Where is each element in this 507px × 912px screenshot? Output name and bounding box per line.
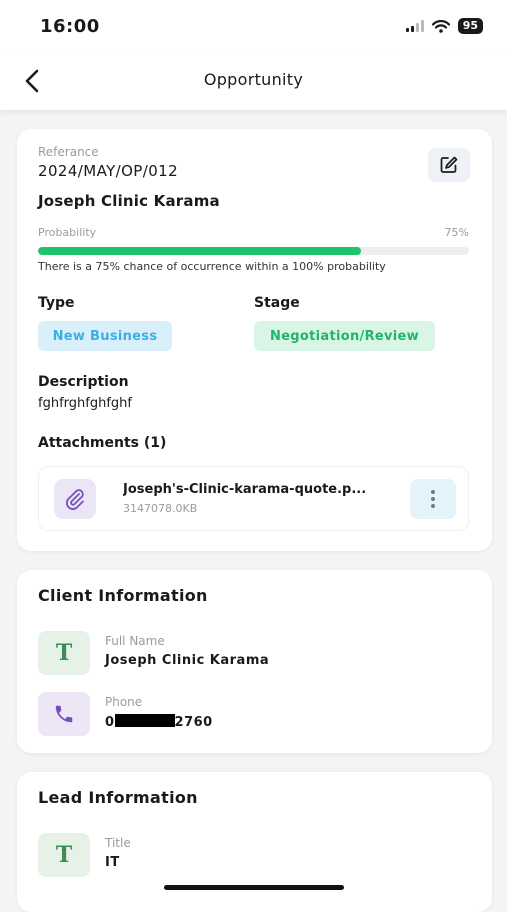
battery-indicator: 95 bbox=[457, 18, 483, 34]
phone-label: Phone bbox=[105, 695, 143, 709]
stage-label: Stage bbox=[254, 295, 300, 311]
text-type-icon: T bbox=[38, 833, 90, 877]
attachment-size: 3147078.0KB bbox=[123, 502, 198, 515]
status-indicators: 95 bbox=[405, 18, 483, 34]
lead-info-card: Lead Information T Title IT bbox=[17, 772, 492, 912]
description-value: fghfrghfghfghf bbox=[38, 396, 132, 411]
full-name-label: Full Name bbox=[105, 634, 165, 648]
full-name-value: Joseph Clinic Karama bbox=[105, 653, 270, 668]
attachments-label: Attachments (1) bbox=[38, 435, 167, 451]
phone-prefix: 0 bbox=[105, 715, 115, 730]
redacted-block bbox=[114, 714, 175, 727]
home-indicator[interactable] bbox=[164, 885, 344, 890]
attachment-item[interactable]: Joseph's-Clinic-karama-quote.p... 314707… bbox=[38, 466, 469, 531]
probability-progress-bar bbox=[38, 247, 469, 255]
text-type-icon: T bbox=[38, 631, 90, 675]
edit-icon bbox=[440, 156, 458, 173]
company-name: Joseph Clinic Karama bbox=[38, 192, 220, 210]
page-title: Opportunity bbox=[203, 70, 304, 89]
attachment-name: Joseph's-Clinic-karama-quote.p... bbox=[123, 482, 367, 497]
reference-label: Referance bbox=[38, 145, 99, 159]
reference-value: 2024/MAY/OP/012 bbox=[38, 162, 179, 180]
status-bar: 16:00 95 bbox=[0, 0, 507, 54]
wifi-icon bbox=[431, 19, 450, 33]
phone-icon bbox=[38, 692, 90, 736]
paperclip-icon bbox=[54, 479, 96, 519]
client-info-heading: Client Information bbox=[38, 586, 208, 605]
probability-value: 75% bbox=[444, 226, 469, 239]
lead-title-label: Title bbox=[105, 836, 131, 850]
phone-value: 0 2760 bbox=[105, 714, 213, 730]
lead-info-heading: Lead Information bbox=[38, 788, 198, 807]
probability-note: There is a 75% chance of occurrence with… bbox=[38, 260, 386, 273]
stage-badge: Negotiation/Review bbox=[254, 321, 435, 351]
description-label: Description bbox=[38, 374, 129, 390]
type-badge: New Business bbox=[38, 321, 172, 351]
more-vertical-icon bbox=[431, 490, 435, 508]
probability-label: Probability bbox=[38, 226, 97, 239]
phone-suffix: 2760 bbox=[174, 715, 213, 730]
status-time: 16:00 bbox=[40, 16, 100, 37]
edit-button[interactable] bbox=[428, 148, 470, 182]
nav-bar: Opportunity bbox=[0, 54, 507, 110]
lead-title-value: IT bbox=[105, 855, 120, 870]
attachment-more-button[interactable] bbox=[410, 479, 456, 519]
type-label: Type bbox=[38, 295, 75, 311]
client-info-card: Client Information T Full Name Joseph Cl… bbox=[17, 570, 492, 753]
probability-progress-fill bbox=[38, 247, 362, 255]
cellular-signal-icon bbox=[405, 20, 424, 32]
opportunity-card: Referance 2024/MAY/OP/012 Joseph Clinic … bbox=[17, 129, 492, 551]
